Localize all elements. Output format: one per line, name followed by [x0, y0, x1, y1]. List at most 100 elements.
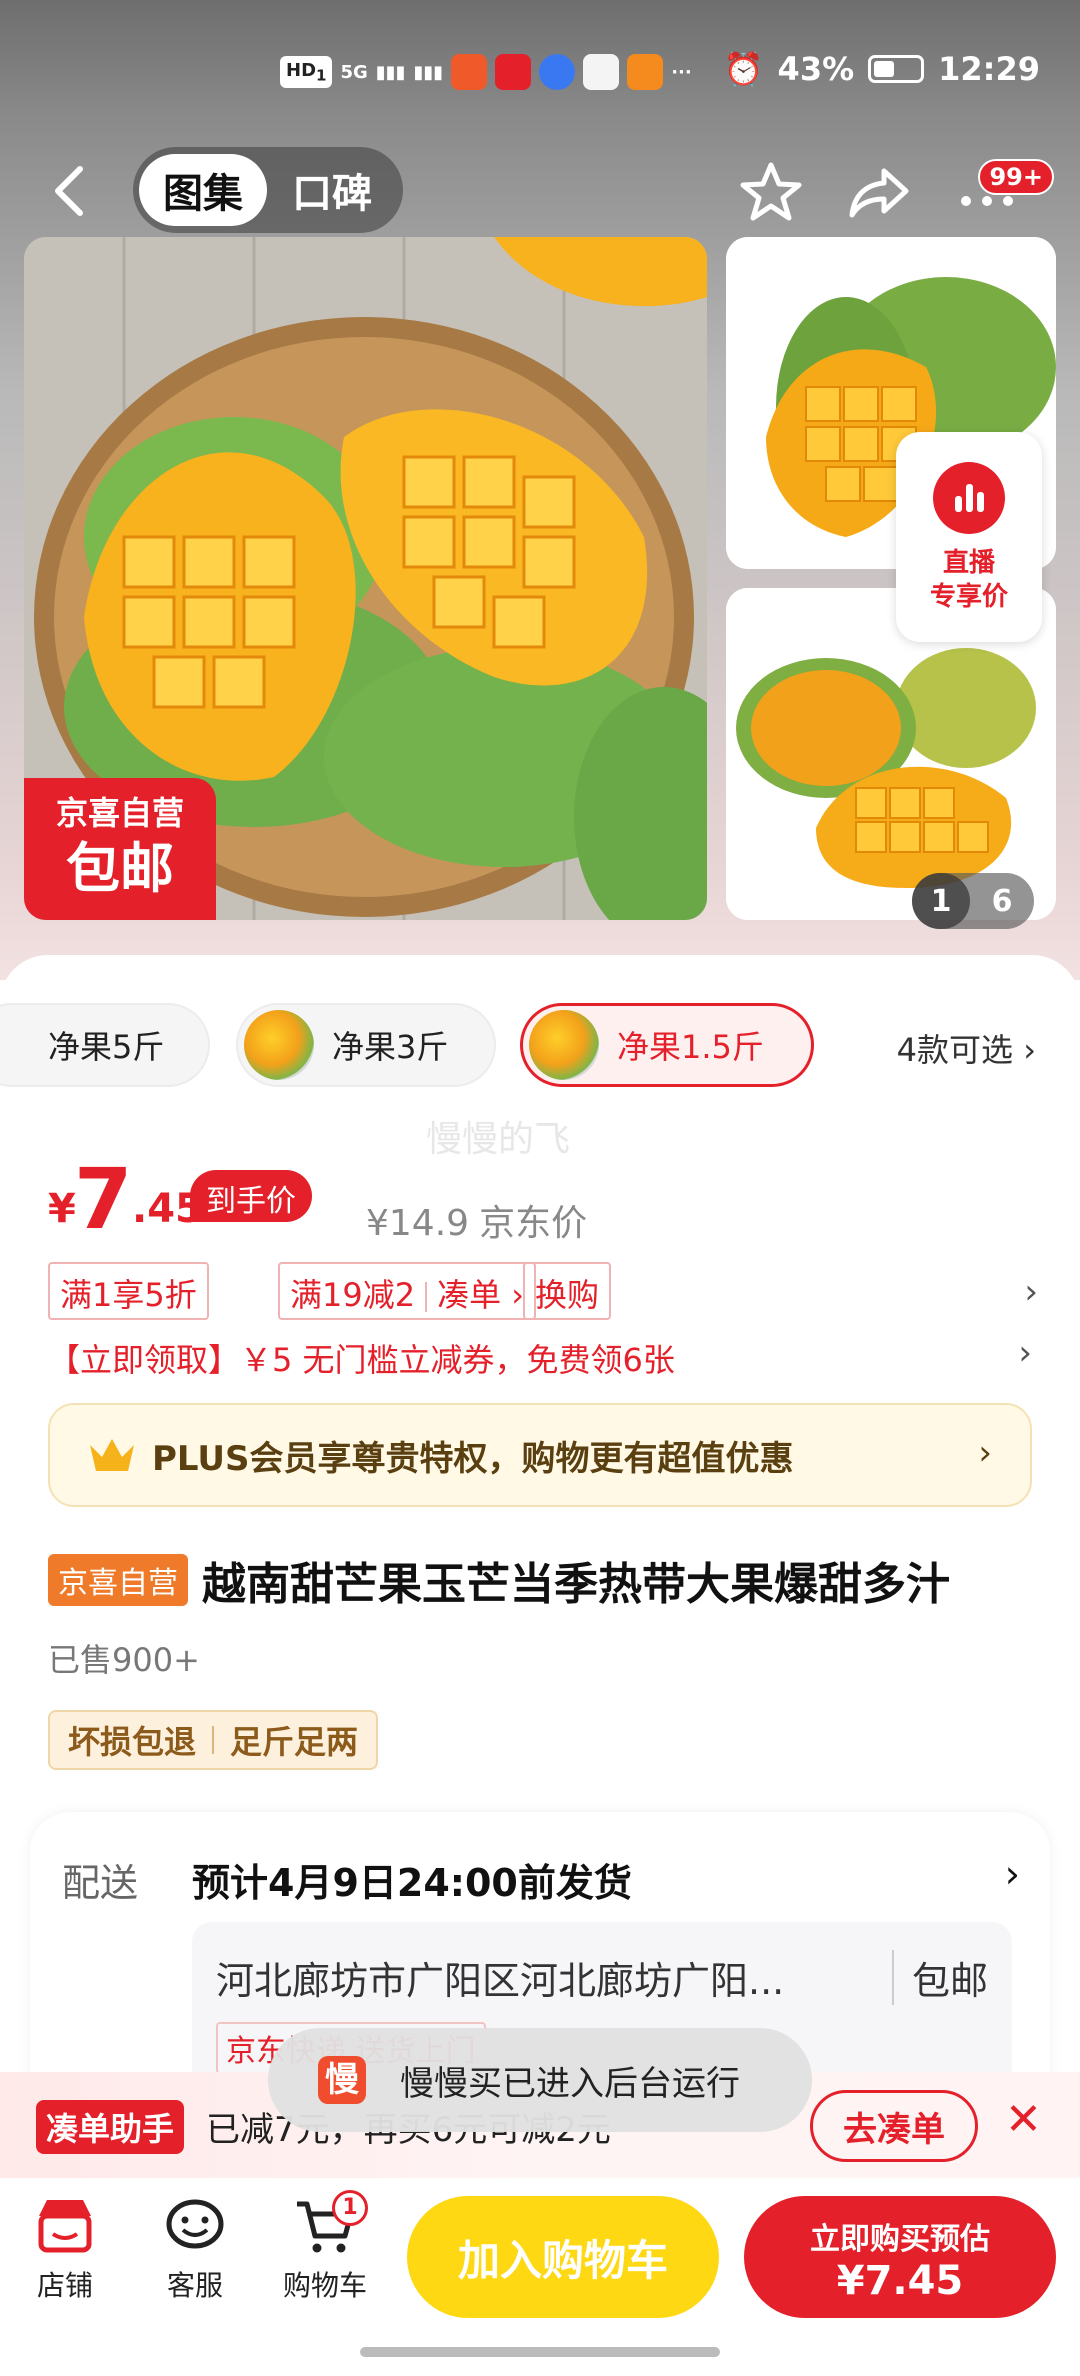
delivery-address: 河北廊坊市广阳区河北廊坊广阳... — [216, 1959, 785, 2003]
add-to-cart-button[interactable]: 加入购物车 — [407, 2196, 719, 2318]
plus-member-banner[interactable]: PLUS会员享尊贵特权，购物更有超值优惠 › — [48, 1403, 1032, 1507]
gallery-tabs: 图集 口碑 — [133, 147, 403, 233]
taobao-notification-icon — [583, 54, 620, 90]
promotions-row[interactable]: 满1享5折 满19减2 凑单 › 换购 › — [48, 1262, 1038, 1320]
jd-notification-icon — [495, 54, 532, 90]
store-label: 店铺 — [36, 2269, 93, 2302]
variant-1-5jin[interactable]: 净果1.5斤 — [520, 1003, 814, 1087]
guarantee-damage-refund: 坏损包退 — [68, 1723, 197, 1761]
signal-icon: ▮▮▮ — [375, 61, 406, 83]
delivery-label: 配送 — [62, 1861, 139, 1905]
cart-count-badge: 1 — [332, 2190, 368, 2226]
hero-area: HD1 5G ▮▮▮ ▮▮▮ ··· ⏰ 43% 12:29 图集 口碑 99+… — [0, 0, 1080, 980]
delivery-eta: 预计4月9日24:00前发货 — [192, 1861, 632, 1905]
status-left: HD1 5G ▮▮▮ ▮▮▮ ··· — [280, 54, 692, 90]
live-label-1: 直播 — [942, 548, 995, 578]
promo-full-reduction[interactable]: 满19减2 凑单 › — [278, 1262, 537, 1320]
tag-line1: 京喜自营 — [55, 794, 184, 832]
more-variants-label: 4款可选 — [896, 1031, 1014, 1069]
coupon-row[interactable]: 【立即领取】￥5 无门槛立减券，免费领6张 — [48, 1335, 675, 1381]
live-icon — [933, 462, 1005, 534]
more-menu-button[interactable]: 99+ — [954, 159, 1064, 225]
buy-now-label: 立即购买预估 — [810, 2222, 990, 2257]
chevron-right-icon: › — [978, 1433, 992, 1473]
service-label: 客服 — [166, 2269, 223, 2302]
product-title-row: 京喜自营 越南甜芒果玉芒当季热带大果爆甜多汁 — [48, 1550, 1048, 1610]
star-icon — [740, 162, 802, 221]
final-price-badge: 到手价 — [190, 1170, 312, 1222]
customer-service-button[interactable]: 客服 — [140, 2196, 250, 2304]
jd-price-label: 京东价 — [479, 1203, 588, 1244]
signal2-icon: ▮▮▮ — [413, 61, 444, 83]
chevron-left-icon — [55, 166, 83, 216]
price-integer: 7 — [74, 1150, 133, 1248]
promo-bundle-link[interactable]: 凑单 › — [437, 1276, 524, 1314]
jd-price: ¥14.9 京东价 — [366, 1194, 587, 1246]
guarantee-full-weight: 足斤足两 — [230, 1723, 359, 1761]
close-icon[interactable]: ✕ — [1005, 2094, 1042, 2145]
share-button[interactable] — [846, 159, 912, 225]
live-price-card[interactable]: 直播 专享价 — [896, 432, 1042, 642]
browser-notification-icon — [539, 54, 576, 90]
variant-label: 净果1.5斤 — [617, 1028, 764, 1066]
plus-banner-text: PLUS会员享尊贵特权，购物更有超值优惠 — [152, 1438, 794, 1479]
chevron-right-icon: › — [1004, 1852, 1020, 1896]
tab-reviews[interactable]: 口碑 — [267, 161, 397, 219]
battery-percent: 43% — [777, 50, 855, 88]
live-label-2: 专享价 — [929, 582, 1008, 612]
go-bundle-button[interactable]: 去凑单 — [810, 2090, 978, 2162]
clock: 12:29 — [938, 50, 1040, 88]
variant-label: 净果3斤 — [332, 1028, 449, 1066]
favorite-button[interactable] — [738, 159, 804, 225]
message-badge: 99+ — [978, 159, 1054, 195]
price-row: ¥ 7 .45 到手价 ¥14.9 京东价 — [48, 1150, 1038, 1248]
bundle-helper-tag: 凑单助手 — [36, 2100, 185, 2154]
status-bar: HD1 5G ▮▮▮ ▮▮▮ ··· ⏰ 43% 12:29 — [0, 40, 1080, 110]
pager-current: 1 — [912, 873, 970, 929]
promo-discount: 满1享5折 — [48, 1262, 209, 1320]
top-nav: 图集 口碑 99+ — [0, 145, 1080, 235]
coupon-text: 【立即领取】￥5 无门槛立减券，免费领6张 — [48, 1341, 675, 1379]
chevron-right-icon: › — [1023, 1031, 1036, 1069]
variant-selector: 净果5斤 净果3斤 净果1.5斤 4款可选 › — [0, 1003, 1080, 1087]
alarm-icon: ⏰ — [723, 50, 764, 88]
more-notifications-icon: ··· — [671, 61, 692, 83]
image-pager: 1 6 — [912, 873, 1034, 929]
chevron-right-icon: › — [1024, 1272, 1038, 1312]
promo-reduction-text: 满19减2 — [290, 1276, 416, 1314]
variant-5jin[interactable]: 净果5斤 — [0, 1003, 210, 1087]
home-indicator[interactable] — [360, 2347, 720, 2357]
manmanmai-app-icon: 慢 — [318, 2056, 366, 2104]
share-icon — [849, 168, 909, 218]
pager-total: 6 — [991, 883, 1013, 919]
chat-smile-icon — [166, 2199, 224, 2249]
store-tag: 京喜自营 — [48, 1554, 188, 1606]
battery-icon — [868, 55, 925, 83]
cart-button[interactable]: 1 购物车 — [270, 2190, 380, 2304]
product-title: 越南甜芒果玉芒当季热带大果爆甜多汁 — [202, 1559, 950, 1610]
jx-self-operated-tag: 京喜自营 包邮 — [24, 778, 216, 920]
crown-icon — [90, 1439, 134, 1471]
variant-thumb — [529, 1010, 599, 1080]
variant-label: 净果5斤 — [48, 1028, 165, 1066]
back-button[interactable] — [50, 163, 96, 219]
main-product-image[interactable]: 京喜自营 包邮 — [24, 237, 707, 920]
variant-thumb — [244, 1010, 314, 1080]
chevron-right-icon: › — [1018, 1333, 1032, 1373]
price-currency: ¥ — [48, 1186, 76, 1232]
guarantee-tags[interactable]: 坏损包退 足斤足两 — [48, 1710, 379, 1770]
more-variants-link[interactable]: 4款可选 › — [897, 1025, 1036, 1071]
tab-gallery[interactable]: 图集 — [139, 154, 267, 226]
variant-3jin[interactable]: 净果3斤 — [236, 1003, 496, 1087]
toast-message: 慢慢买已进入后台运行 — [400, 2063, 740, 2104]
buy-now-button[interactable]: 立即购买预估 ¥7.45 — [744, 2196, 1056, 2318]
network-indicator: 5G — [340, 61, 368, 83]
video-notification-icon — [627, 54, 664, 90]
store-icon — [38, 2200, 92, 2253]
store-button[interactable]: 店铺 — [10, 2196, 120, 2304]
background-running-toast: 慢 慢慢买已进入后台运行 — [268, 2028, 812, 2132]
buy-now-price: ¥7.45 — [836, 2258, 964, 2304]
promo-exchange: 换购 — [523, 1262, 612, 1320]
shipping-fee: 包邮 — [891, 1950, 988, 2005]
status-right: ⏰ 43% 12:29 — [724, 50, 1040, 88]
